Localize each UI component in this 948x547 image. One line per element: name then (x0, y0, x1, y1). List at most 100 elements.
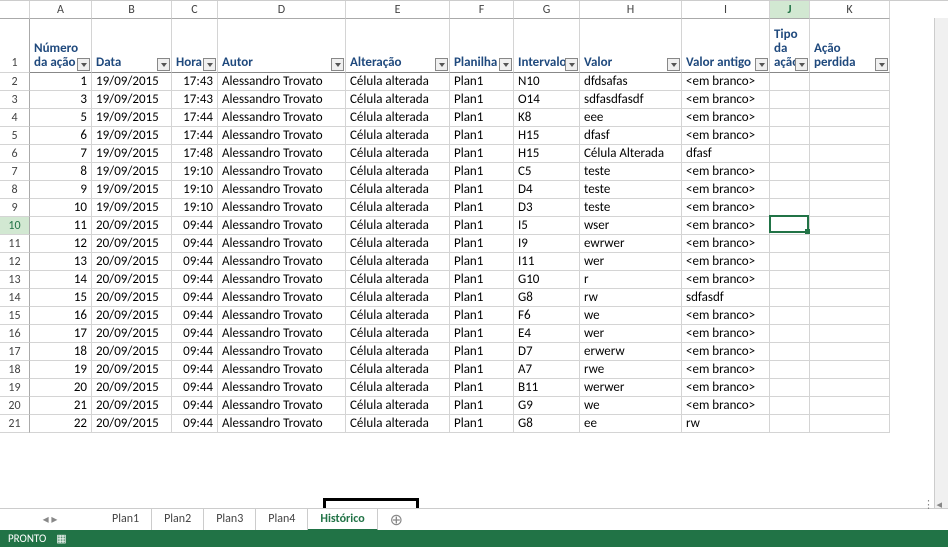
cell[interactable]: 09:44 (172, 397, 218, 415)
cell[interactable]: teste (580, 199, 682, 217)
cell[interactable]: 15 (30, 289, 92, 307)
cell[interactable]: 19:10 (172, 181, 218, 199)
cell[interactable]: 7 (30, 145, 92, 163)
cell[interactable] (810, 163, 890, 181)
cell[interactable] (770, 253, 810, 271)
cell[interactable]: rwe (580, 361, 682, 379)
sheet-tab-Histórico[interactable]: Histórico (308, 509, 377, 531)
cell[interactable]: 20/09/2015 (92, 379, 172, 397)
cell[interactable] (810, 415, 890, 433)
cell[interactable]: Alessandro Trovato (218, 235, 346, 253)
cell[interactable]: Célula alterada (346, 271, 450, 289)
cell[interactable] (770, 73, 810, 91)
cell[interactable] (810, 271, 890, 289)
row-head-8[interactable]: 8 (0, 181, 30, 199)
cell[interactable]: Alessandro Trovato (218, 397, 346, 415)
cell[interactable]: Plan1 (450, 235, 514, 253)
cell[interactable]: Plan1 (450, 271, 514, 289)
cell[interactable]: Alessandro Trovato (218, 163, 346, 181)
cell[interactable]: erwerw (580, 343, 682, 361)
cell[interactable] (770, 145, 810, 163)
cell[interactable]: Alessandro Trovato (218, 109, 346, 127)
cell[interactable] (770, 415, 810, 433)
cell[interactable]: wer (580, 253, 682, 271)
cell[interactable]: Célula alterada (346, 73, 450, 91)
row-head-5[interactable]: 5 (0, 127, 30, 145)
cell[interactable]: Alessandro Trovato (218, 91, 346, 109)
cell[interactable]: 20/09/2015 (92, 397, 172, 415)
filter-dropdown-icon[interactable] (667, 58, 680, 71)
cell[interactable]: dfasf (580, 127, 682, 145)
cell[interactable]: Alessandro Trovato (218, 253, 346, 271)
cell[interactable] (770, 361, 810, 379)
add-sheet-button[interactable]: ⊕ (378, 510, 415, 530)
cell[interactable]: O14 (514, 91, 580, 109)
cell[interactable]: <em branco> (682, 109, 770, 127)
cell[interactable]: 8 (30, 163, 92, 181)
cell[interactable]: Alessandro Trovato (218, 181, 346, 199)
cell[interactable]: <em branco> (682, 361, 770, 379)
cell[interactable]: 1 (30, 73, 92, 91)
cell[interactable]: 20/09/2015 (92, 289, 172, 307)
cell[interactable]: Plan1 (450, 289, 514, 307)
row-head-21[interactable]: 21 (0, 415, 30, 433)
cell[interactable]: 14 (30, 271, 92, 289)
macro-icon[interactable]: ▦ (56, 532, 66, 545)
cell[interactable]: 19/09/2015 (92, 109, 172, 127)
cell[interactable]: 11 (30, 217, 92, 235)
cell[interactable]: A7 (514, 361, 580, 379)
cell[interactable]: 09:44 (172, 235, 218, 253)
cell[interactable]: 12 (30, 235, 92, 253)
cell[interactable]: G9 (514, 397, 580, 415)
cell[interactable]: 17:48 (172, 145, 218, 163)
col-head-B[interactable]: B (92, 1, 172, 19)
cell[interactable]: Plan1 (450, 343, 514, 361)
cell[interactable]: 09:44 (172, 217, 218, 235)
cell[interactable] (810, 217, 890, 235)
cell[interactable]: Plan1 (450, 253, 514, 271)
cell[interactable]: 19:10 (172, 163, 218, 181)
row-head-20[interactable]: 20 (0, 397, 30, 415)
cell[interactable]: 19/09/2015 (92, 127, 172, 145)
vertical-scrollbar[interactable] (934, 18, 948, 508)
cell[interactable]: sdfasdf (682, 289, 770, 307)
cell[interactable]: Plan1 (450, 127, 514, 145)
col-head-E[interactable]: E (346, 1, 450, 19)
cell[interactable]: F6 (514, 307, 580, 325)
cell[interactable]: 6 (30, 127, 92, 145)
cell[interactable]: B11 (514, 379, 580, 397)
filter-dropdown-icon[interactable] (77, 58, 90, 71)
cell[interactable]: ee (580, 415, 682, 433)
cell[interactable]: G8 (514, 415, 580, 433)
cell[interactable] (810, 199, 890, 217)
cell[interactable]: <em branco> (682, 199, 770, 217)
filter-dropdown-icon[interactable] (795, 58, 808, 71)
cell[interactable]: K8 (514, 109, 580, 127)
cell[interactable]: 20/09/2015 (92, 307, 172, 325)
col-head-F[interactable]: F (450, 1, 514, 19)
cell[interactable]: Célula alterada (346, 289, 450, 307)
cell[interactable]: 17 (30, 325, 92, 343)
cell[interactable]: Célula alterada (346, 343, 450, 361)
row-head-16[interactable]: 16 (0, 325, 30, 343)
cell[interactable]: we (580, 307, 682, 325)
cell[interactable]: Célula alterada (346, 397, 450, 415)
cell[interactable]: 13 (30, 253, 92, 271)
cell[interactable]: Célula alterada (346, 235, 450, 253)
cell[interactable]: rw (580, 289, 682, 307)
cell[interactable]: sdfasdfasdf (580, 91, 682, 109)
cell[interactable]: 09:44 (172, 343, 218, 361)
col-head-K[interactable]: K (810, 1, 890, 19)
header-2[interactable]: Hora (172, 19, 218, 73)
cell[interactable]: D3 (514, 199, 580, 217)
col-head-H[interactable]: H (580, 1, 682, 19)
cell[interactable]: Alessandro Trovato (218, 415, 346, 433)
cell[interactable]: r (580, 271, 682, 289)
tab-nav-arrows[interactable]: ◂ ▸ (0, 512, 100, 527)
cell[interactable]: Célula alterada (346, 163, 450, 181)
row-head-15[interactable]: 15 (0, 307, 30, 325)
spreadsheet-grid[interactable]: ABCDEFGHIJK1Número da açãoDataHoraAutorA… (0, 0, 948, 433)
cell[interactable]: <em branco> (682, 307, 770, 325)
sheet-tab-Plan2[interactable]: Plan2 (152, 509, 204, 531)
cell[interactable]: 21 (30, 397, 92, 415)
